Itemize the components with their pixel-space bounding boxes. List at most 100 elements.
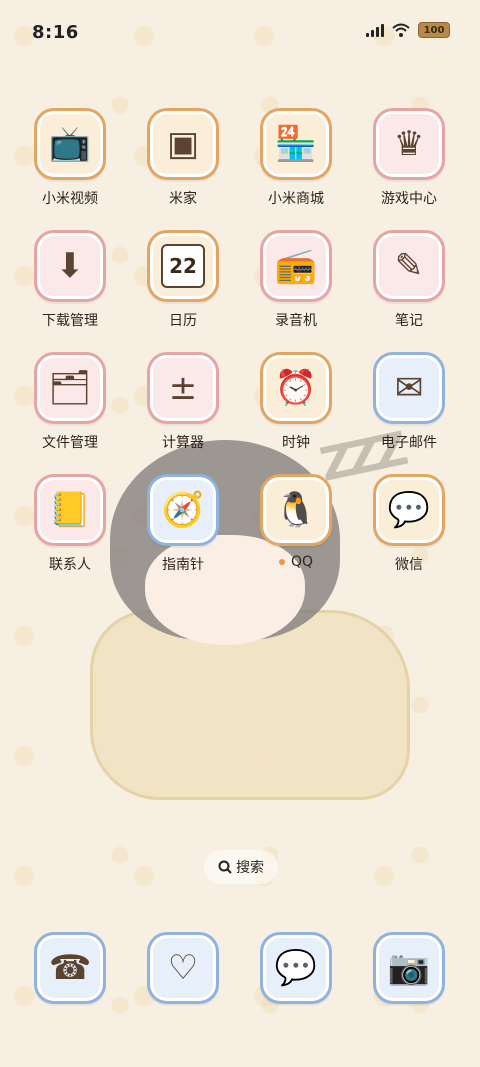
notification-dot	[278, 559, 285, 565]
contact-book-icon[interactable]: 📒	[34, 474, 106, 546]
shop-awning-icon[interactable]: 🏪	[260, 108, 332, 180]
pillow-illustration	[90, 610, 410, 800]
app-label-text: 笔记	[395, 313, 423, 329]
app-label: 文件管理	[14, 432, 126, 452]
app-label-text: 下载管理	[42, 313, 98, 329]
radio-recorder-icon-glyph: 📻	[274, 246, 318, 286]
smart-home-device-icon[interactable]: ▣	[147, 108, 219, 180]
clock-time: 8:16	[32, 22, 79, 43]
app-label-text: 米家	[169, 191, 197, 207]
app-label: 录音机	[240, 310, 352, 330]
penguin-icon[interactable]: 🐧	[260, 474, 332, 546]
app-notebook-pencil[interactable]: ✎ 笔记	[353, 230, 465, 330]
app-label-text: 联系人	[49, 557, 91, 573]
tv-cat-icon-glyph: 📺	[48, 124, 92, 164]
dock-camera-cat[interactable]: 📷	[353, 932, 465, 1004]
notebook-pencil-icon-glyph: ✎	[394, 246, 424, 286]
calendar-icon[interactable]: 22	[147, 230, 219, 302]
compass-icon[interactable]: 🧭	[147, 474, 219, 546]
app-label: 下载管理	[14, 310, 126, 330]
app-calendar[interactable]: 22 日历	[127, 230, 239, 330]
app-calculator-symbols[interactable]: ± 计算器	[127, 352, 239, 452]
app-label-text: 小米视频	[42, 191, 98, 207]
app-label-text: 小米商城	[268, 191, 324, 207]
app-label: 日历	[127, 310, 239, 330]
app-label: 指南针	[127, 554, 239, 574]
app-label-text: 录音机	[275, 313, 317, 329]
app-smart-home-device[interactable]: ▣ 米家	[127, 108, 239, 208]
dock-message-dots[interactable]: 💬	[240, 932, 352, 1004]
app-compass[interactable]: 🧭 指南针	[127, 474, 239, 574]
app-label: 小米视频	[14, 188, 126, 208]
camera-cat-icon[interactable]: 📷	[373, 932, 445, 1004]
search-icon	[218, 860, 232, 874]
status-bar: 8:16 100	[0, 0, 480, 68]
camera-cat-icon-glyph: 📷	[387, 948, 431, 988]
app-label-text: 计算器	[162, 435, 204, 451]
chat-bubbles-icon[interactable]: 💬	[373, 474, 445, 546]
search-button[interactable]: 搜索	[204, 850, 278, 884]
app-label-text: 时钟	[282, 435, 310, 451]
tv-cat-icon[interactable]: 📺	[34, 108, 106, 180]
search-label: 搜索	[236, 860, 264, 876]
message-dots-icon-glyph: 💬	[274, 948, 318, 988]
app-file-folder[interactable]: 🗂 文件管理	[14, 352, 126, 452]
app-label: 游戏中心	[353, 188, 465, 208]
status-icons: 100	[366, 22, 450, 38]
app-alarm-clock[interactable]: ⏰ 时钟	[240, 352, 352, 452]
app-penguin[interactable]: 🐧 QQ	[240, 474, 352, 570]
message-dots-icon[interactable]: 💬	[260, 932, 332, 1004]
file-folder-icon[interactable]: 🗂	[34, 352, 106, 424]
wifi-icon	[392, 23, 410, 37]
app-label: QQ	[240, 554, 352, 570]
planet-heart-browser-icon-glyph: ♡	[167, 948, 199, 988]
phone-icon[interactable]: ☎	[34, 932, 106, 1004]
app-label-text: 微信	[395, 557, 423, 573]
file-folder-icon-glyph: 🗂	[48, 368, 92, 408]
crown-icon[interactable]: ♛	[373, 108, 445, 180]
calendar-date: 22	[161, 244, 205, 288]
app-contact-book[interactable]: 📒 联系人	[14, 474, 126, 574]
app-envelope[interactable]: ✉ 电子邮件	[353, 352, 465, 452]
smart-home-device-icon-glyph: ▣	[166, 124, 200, 164]
app-label-text: 游戏中心	[381, 191, 437, 207]
app-crown[interactable]: ♛ 游戏中心	[353, 108, 465, 208]
contact-book-icon-glyph: 📒	[48, 490, 92, 530]
penguin-icon-glyph: 🐧	[274, 490, 318, 530]
shop-awning-icon-glyph: 🏪	[274, 124, 318, 164]
calculator-symbols-icon-glyph: ±	[168, 368, 198, 408]
app-label: 微信	[353, 554, 465, 574]
app-radio-recorder[interactable]: 📻 录音机	[240, 230, 352, 330]
app-label-text: 电子邮件	[381, 435, 437, 451]
notebook-pencil-icon[interactable]: ✎	[373, 230, 445, 302]
app-label-text: 指南针	[162, 557, 204, 573]
alarm-clock-icon[interactable]: ⏰	[260, 352, 332, 424]
app-shop-awning[interactable]: 🏪 小米商城	[240, 108, 352, 208]
app-label: 计算器	[127, 432, 239, 452]
dock: ☎ ♡ 💬 📷	[0, 932, 480, 1004]
app-label-text: 日历	[169, 313, 197, 329]
radio-recorder-icon[interactable]: 📻	[260, 230, 332, 302]
download-arrow-icon-glyph: ⬇	[55, 246, 85, 286]
phone-icon-glyph: ☎	[48, 948, 92, 988]
dock-planet-heart-browser[interactable]: ♡	[127, 932, 239, 1004]
dock-phone[interactable]: ☎	[14, 932, 126, 1004]
app-chat-bubbles[interactable]: 💬 微信	[353, 474, 465, 574]
app-tv-cat[interactable]: 📺 小米视频	[14, 108, 126, 208]
download-arrow-icon[interactable]: ⬇	[34, 230, 106, 302]
signal-icon	[366, 23, 384, 37]
battery-icon: 100	[418, 22, 450, 38]
app-label: 小米商城	[240, 188, 352, 208]
envelope-icon[interactable]: ✉	[373, 352, 445, 424]
compass-icon-glyph: 🧭	[161, 490, 205, 530]
chat-bubbles-icon-glyph: 💬	[387, 490, 431, 530]
app-label: 时钟	[240, 432, 352, 452]
app-label: 笔记	[353, 310, 465, 330]
planet-heart-browser-icon[interactable]: ♡	[147, 932, 219, 1004]
envelope-icon-glyph: ✉	[394, 368, 424, 408]
app-label-text: QQ	[290, 554, 314, 570]
crown-icon-glyph: ♛	[393, 124, 425, 164]
calculator-symbols-icon[interactable]: ±	[147, 352, 219, 424]
app-download-arrow[interactable]: ⬇ 下载管理	[14, 230, 126, 330]
app-label-text: 文件管理	[42, 435, 98, 451]
